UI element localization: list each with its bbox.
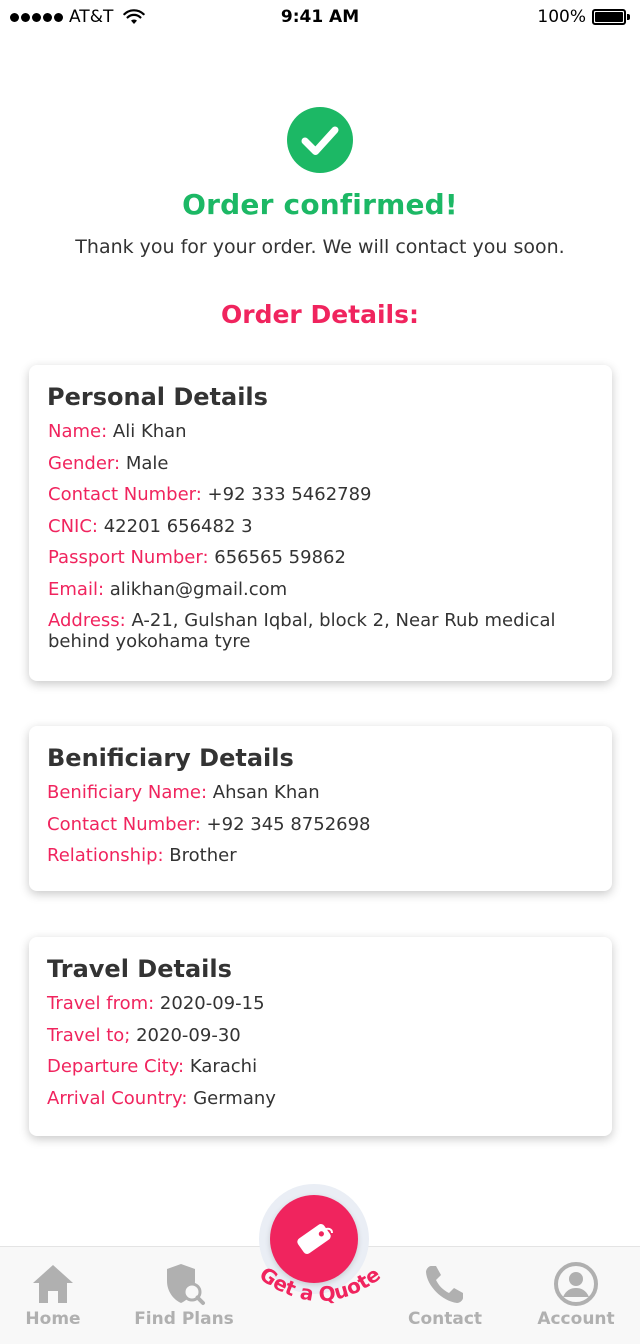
detail-value: Ali Khan (112, 421, 187, 442)
detail-label: Departure City: (47, 1056, 185, 1077)
detail-value: +92 345 8752698 (206, 813, 371, 835)
detail-row-email: Email: alikhan@gmail.com (47, 579, 594, 600)
travel-details-card: Travel Details Travel from: 2020-09-15 T… (29, 937, 612, 1136)
detail-label: Contact Number: (47, 813, 201, 835)
check-circle-icon (287, 107, 353, 173)
confirmation-title: Order confirmed! (182, 188, 458, 221)
detail-row-contact: Contact Number: +92 333 5462789 (47, 484, 594, 505)
beneficiary-details-card: Benificiary Details Benificiary Name: Ah… (29, 726, 612, 891)
shield-search-icon (167, 1264, 205, 1305)
detail-label: Benificiary Name: (47, 782, 208, 803)
personal-details-title: Personal Details (47, 383, 268, 411)
detail-row-travel-from: Travel from: 2020-09-15 (47, 993, 594, 1014)
detail-label: Email: (48, 578, 105, 600)
detail-label: Passport Number: (48, 547, 209, 568)
detail-value: +92 333 5462789 (207, 484, 372, 505)
detail-value: 656565 59862 (214, 547, 346, 568)
detail-value: Male (125, 452, 169, 474)
battery-icon (592, 9, 630, 25)
detail-label: Contact Number: (48, 484, 202, 505)
detail-row-address: Address: A-21, Gulshan Iqbal, block 2, N… (47, 610, 594, 652)
detail-row-passport: Passport Number: 656565 59862 (47, 547, 594, 568)
detail-row-departure-city: Departure City: Karachi (47, 1056, 594, 1077)
status-right: 100% (537, 7, 630, 27)
nav-item-account[interactable]: Account (521, 1261, 631, 1329)
detail-value: alikhan@gmail.com (109, 578, 288, 600)
detail-label: Name: (48, 421, 108, 442)
nav-item-home[interactable]: Home (0, 1261, 108, 1329)
nav-item-find-plans[interactable]: Find Plans (129, 1261, 239, 1329)
detail-row-beneficiary-contact: Contact Number: +92 345 8752698 (47, 814, 594, 835)
detail-row-relationship: Relationship: Brother (47, 845, 594, 866)
nav-item-contact[interactable]: Contact (390, 1261, 500, 1329)
detail-row-travel-to: Travel to; 2020-09-30 (47, 1025, 594, 1046)
travel-details-title: Travel Details (47, 955, 232, 983)
user-circle-icon (554, 1262, 598, 1306)
confirmation-message: Thank you for your order. We will contac… (75, 236, 565, 258)
detail-label: Gender: (48, 452, 121, 474)
status-bar: AT&T 9:41 AM 100% (0, 0, 640, 36)
detail-value: 2020-09-30 (136, 1024, 241, 1046)
detail-row-beneficiary-name: Benificiary Name: Ahsan Khan (47, 782, 594, 803)
get-quote-label[interactable]: Get a Quote (240, 1250, 400, 1340)
detail-value: 2020-09-15 (159, 993, 265, 1014)
personal-details-card: Personal Details Name: Ali Khan Gender: … (29, 365, 612, 681)
phone-icon (426, 1266, 463, 1303)
detail-value: 42201 656482 3 (103, 515, 253, 537)
order-details-heading: Order Details: (220, 300, 419, 329)
svg-text:Get a Quote: Get a Quote (255, 1262, 385, 1307)
battery-percent: 100% (537, 7, 586, 27)
nav-label-home: Home (25, 1309, 81, 1329)
detail-label: Travel from: (47, 993, 155, 1014)
detail-value: Brother (169, 845, 237, 866)
detail-label: Relationship: (47, 845, 164, 866)
detail-value: Germany (193, 1087, 276, 1109)
beneficiary-details-title: Benificiary Details (47, 744, 294, 772)
detail-value: Karachi (189, 1056, 258, 1077)
home-icon (33, 1265, 73, 1303)
detail-row-name: Name: Ali Khan (47, 421, 594, 442)
detail-label: Arrival Country: (47, 1087, 188, 1109)
nav-label-account: Account (537, 1309, 615, 1329)
detail-row-cnic: CNIC: 42201 656482 3 (47, 516, 594, 537)
detail-row-gender: Gender: Male (47, 453, 594, 474)
detail-row-arrival-country: Arrival Country: Germany (47, 1088, 594, 1109)
get-quote-text: Get a Quote (255, 1262, 385, 1307)
detail-label: Address: (48, 610, 126, 631)
nav-label-find-plans: Find Plans (134, 1309, 234, 1329)
nav-label-contact: Contact (407, 1309, 483, 1329)
detail-label: Travel to; (47, 1024, 131, 1046)
detail-value: Ahsan Khan (212, 782, 320, 803)
detail-label: CNIC: (48, 515, 98, 537)
